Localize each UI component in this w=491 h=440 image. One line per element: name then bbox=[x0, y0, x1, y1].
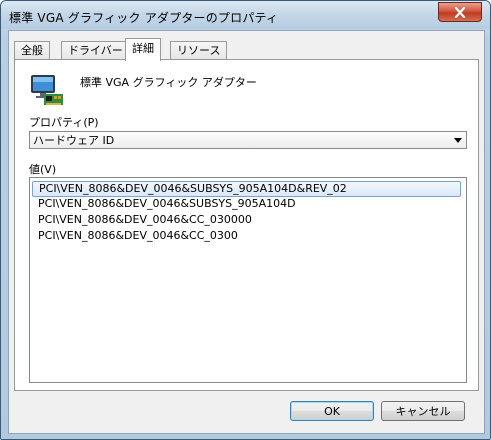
tab-strip: 全般 ドライバー 詳細 リソース bbox=[14, 38, 479, 61]
tab-general[interactable]: 全般 bbox=[14, 41, 50, 60]
display-adapter-icon bbox=[31, 75, 63, 105]
property-selected-value: ハードウェア ID bbox=[33, 134, 115, 147]
list-item[interactable]: PCI\VEN_8086&DEV_0046&CC_030000 bbox=[35, 213, 255, 227]
value-list[interactable]: PCI\VEN_8086&DEV_0046&SUBSYS_905A104D&RE… bbox=[29, 177, 467, 383]
details-panel: 標準 VGA グラフィック アダプター プロパティ(P) ハードウェア ID 値… bbox=[14, 59, 479, 391]
title-bar[interactable]: 標準 VGA グラフィック アダプターのプロパティ bbox=[1, 1, 490, 29]
ok-button[interactable]: OK bbox=[290, 401, 374, 421]
device-name: 標準 VGA グラフィック アダプター bbox=[80, 76, 257, 89]
property-label: プロパティ(P) bbox=[29, 116, 99, 129]
list-item[interactable]: PCI\VEN_8086&DEV_0046&CC_0300 bbox=[35, 229, 241, 243]
tab-resources[interactable]: リソース bbox=[170, 41, 228, 60]
properties-window: 標準 VGA グラフィック アダプターのプロパティ 全般 ドライバー 詳細 リソ… bbox=[0, 0, 491, 440]
close-button[interactable] bbox=[438, 2, 482, 22]
window-title: 標準 VGA グラフィック アダプターのプロパティ bbox=[9, 11, 279, 25]
property-dropdown[interactable]: ハードウェア ID bbox=[29, 131, 467, 149]
dropdown-arrow-icon[interactable] bbox=[454, 138, 462, 143]
close-icon bbox=[454, 6, 466, 18]
dialog-client: 全般 ドライバー 詳細 リソース 標準 VGA グラフィック アダプター プロパ… bbox=[8, 30, 485, 434]
cancel-button[interactable]: キャンセル bbox=[381, 401, 465, 421]
list-item[interactable]: PCI\VEN_8086&DEV_0046&SUBSYS_905A104D&RE… bbox=[32, 181, 461, 197]
tab-details[interactable]: 詳細 bbox=[125, 38, 161, 61]
value-label: 値(V) bbox=[29, 163, 57, 176]
list-item[interactable]: PCI\VEN_8086&DEV_0046&SUBSYS_905A104D bbox=[35, 197, 299, 211]
tab-driver[interactable]: ドライバー bbox=[61, 41, 130, 60]
